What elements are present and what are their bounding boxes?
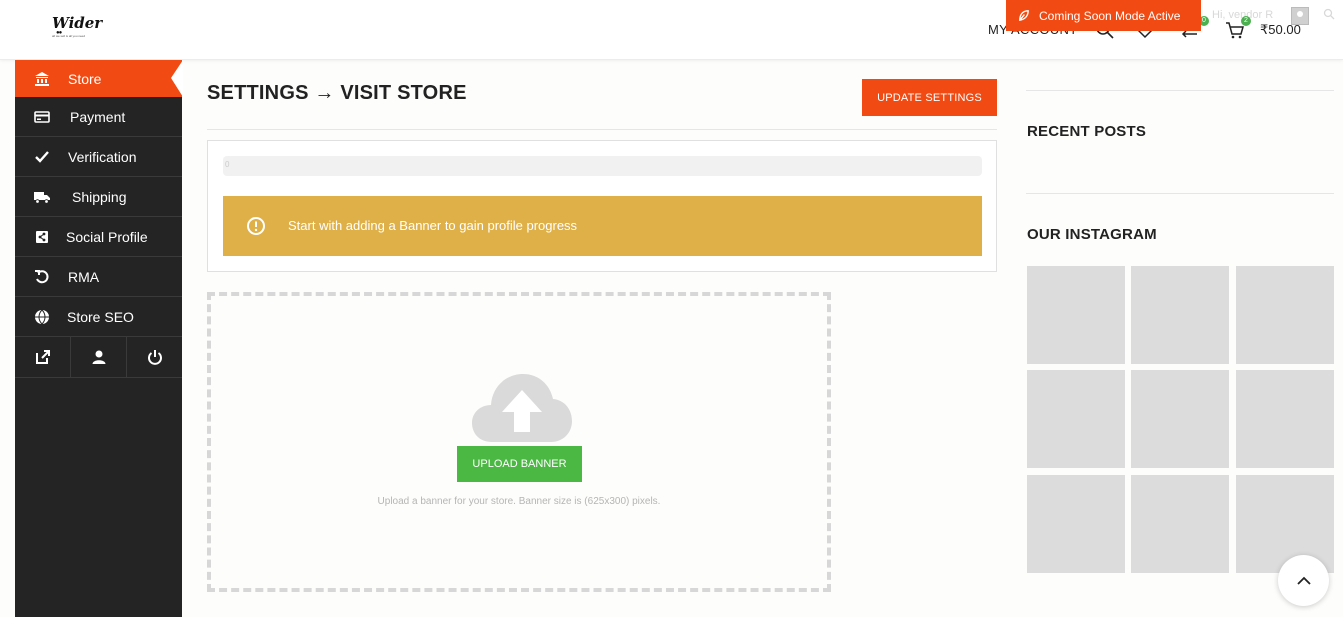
sidebar-item-verification[interactable]: Verification [15, 137, 182, 177]
sidebar-item-store[interactable]: Store [15, 60, 183, 97]
instagram-tile[interactable] [1236, 370, 1334, 468]
sidebar-item-label: Verification [68, 148, 137, 165]
site-logo[interactable]: Wider ●● all we sell is all you need [46, 14, 102, 44]
instagram-tile[interactable] [1027, 266, 1125, 364]
instagram-tile[interactable] [1027, 370, 1125, 468]
profile-progress-bar: 0 [223, 156, 982, 176]
undo-icon [35, 269, 49, 283]
sidebar-item-social-profile[interactable]: Social Profile [15, 217, 182, 257]
profile-progress-panel: 0 Start with adding a Banner to gain pro… [207, 140, 997, 272]
sidebar-tools [15, 337, 182, 378]
divider [207, 129, 997, 130]
sidebar-item-label: Shipping [72, 188, 127, 205]
page-title: SETTINGS → VISIT STORE [207, 82, 467, 104]
alert-message: Start with adding a Banner to gain profi… [288, 218, 578, 233]
coming-soon-label: Coming Soon Mode Active [1039, 8, 1181, 23]
sidebar-item-label: Store [68, 70, 102, 87]
visit-store-button[interactable] [15, 337, 71, 377]
sidebar-item-label: Store SEO [67, 308, 134, 325]
truck-icon [34, 191, 50, 204]
instagram-tile[interactable] [1131, 266, 1229, 364]
coming-soon-banner[interactable]: Coming Soon Mode Active [1006, 0, 1201, 31]
edit-account-button[interactable] [71, 337, 127, 377]
instagram-tile[interactable] [1236, 266, 1334, 364]
instagram-tile[interactable] [1236, 475, 1334, 573]
sidebar-item-payment[interactable]: Payment [15, 97, 182, 137]
leaf-icon [1019, 10, 1029, 21]
profile-progress-value: 0 [225, 160, 230, 169]
update-settings-button[interactable]: UPDATE SETTINGS [862, 79, 997, 116]
sidebar-item-rma[interactable]: RMA [15, 257, 182, 297]
share-icon [36, 230, 48, 243]
bank-icon [35, 71, 49, 86]
scroll-to-top-button[interactable] [1278, 555, 1329, 606]
power-icon [147, 350, 162, 365]
upload-hint: Upload a banner for your store. Banner s… [377, 496, 661, 507]
divider [1026, 90, 1334, 91]
external-link-icon [35, 350, 50, 364]
instagram-title: OUR INSTAGRAM [1027, 226, 1157, 243]
upload-banner-button[interactable]: UPLOAD BANNER [457, 446, 582, 482]
checkmark-icon [35, 150, 49, 163]
credit-card-icon [34, 110, 50, 123]
search-icon[interactable] [1323, 8, 1335, 20]
cloud-upload-icon [472, 374, 572, 442]
sidebar-item-label: RMA [68, 268, 100, 285]
instagram-tile[interactable] [1131, 370, 1229, 468]
cart-total[interactable]: ₹50.00 [1260, 22, 1301, 38]
globe-icon [35, 309, 49, 324]
recent-posts-title: RECENT POSTS [1027, 123, 1147, 140]
info-circle-icon [247, 217, 265, 235]
logout-button[interactable] [127, 337, 182, 377]
sidebar-item-shipping[interactable]: Shipping [15, 177, 182, 217]
sidebar-item-label: Social Profile [66, 228, 148, 245]
profile-progress-alert: Start with adding a Banner to gain profi… [223, 196, 982, 256]
sidebar-item-store-seo[interactable]: Store SEO [15, 297, 182, 337]
sidebar-item-label: Payment [70, 108, 126, 125]
chevron-up-icon [1296, 576, 1311, 585]
cart-count-badge: 2 [1241, 16, 1251, 26]
instagram-tile[interactable] [1131, 475, 1229, 573]
user-icon [92, 350, 105, 364]
instagram-tile[interactable] [1027, 475, 1125, 573]
dashboard-sidebar: Store Payment Verification Shipping Soci… [15, 60, 183, 617]
divider [1026, 193, 1334, 194]
logo-tagline: all we sell is all you need [52, 34, 86, 38]
banner-upload-area[interactable]: UPLOAD BANNER Upload a banner for your s… [207, 292, 831, 592]
